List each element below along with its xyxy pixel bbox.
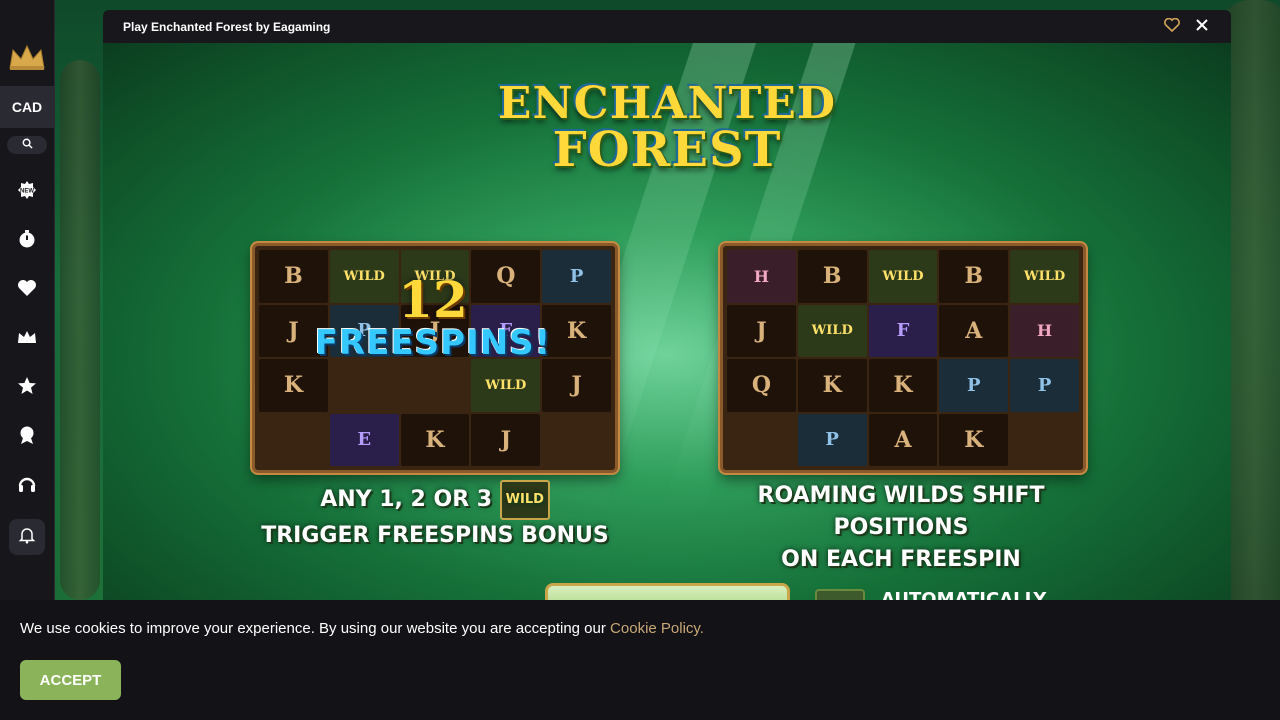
crown-icon [17,329,37,350]
caption-right-line2: ON EACH FREESPIN [781,547,1021,572]
cookie-message: We use cookies to improve your experienc… [20,620,1260,637]
reel-symbol: K [259,359,328,412]
reel-symbol: WILD [797,304,867,357]
search-icon [22,136,33,154]
reel-symbol: P [1010,359,1079,412]
reel-symbol: J [727,304,796,357]
reel-symbol: A [939,304,1009,357]
new-games-button[interactable]: NEW [16,180,38,205]
heart-icon [17,279,37,302]
caption-right-line1: ROAMING WILDS SHIFT POSITIONS [757,483,1045,540]
popular-button[interactable] [16,376,38,401]
game-modal: Play Enchanted Forest by Eagaming ENCHAN… [103,10,1231,610]
recent-games-button[interactable] [16,229,38,254]
reel-symbol: J [542,359,611,412]
reel-symbol: H [1010,304,1079,357]
game-logo-line1: ENCHANTED [497,78,837,129]
new-badge-icon: NEW [17,180,37,205]
currency-selector[interactable]: CAD [0,86,55,128]
stopwatch-icon [17,229,37,254]
crown-logo[interactable] [7,42,47,72]
freespins-count: 12 [398,270,468,329]
headset-icon [17,474,37,499]
search-button[interactable] [7,136,47,154]
game-logo: ENCHANTED FOREST [495,58,839,198]
notifications-button[interactable] [9,519,45,555]
heart-outline-icon [1164,17,1180,35]
reel-symbol: B [797,250,867,303]
star-icon [17,376,37,401]
reel-symbol: E [329,413,399,466]
modal-title: Play Enchanted Forest by Eagaming [123,19,331,34]
reel-symbol: K [939,413,1009,466]
close-modal-button[interactable] [1193,18,1211,36]
reel-symbol: A [868,413,938,466]
caption-right: ROAMING WILDS SHIFT POSITIONS ON EACH FR… [691,480,1111,576]
accept-button[interactable]: ACCEPT [20,660,121,700]
right-reel-panel: H B WILD B WILD J WILD F A H Q K K P P P A K [720,243,1086,473]
vip-button[interactable] [16,328,38,350]
reel-symbol: WILD [1010,250,1079,303]
trophy-icon [17,425,37,450]
cookie-banner: We use cookies to improve your experienc… [0,600,1280,720]
reel-symbol: WILD [471,359,541,412]
reel-symbol: F [868,304,938,357]
favorites-button[interactable] [16,279,38,301]
reel-symbol: H [727,250,796,303]
reel-symbol: P [797,413,867,466]
freespins-text: FREESPINS! [314,323,552,363]
reel-symbol: K [797,359,867,412]
modal-header: Play Enchanted Forest by Eagaming [103,10,1231,43]
reel-symbol: Q [727,359,796,412]
reel-symbol: K [868,359,938,412]
cookie-policy-link[interactable]: Cookie Policy. [610,620,704,637]
reel-symbol: J [471,413,541,466]
game-canvas[interactable]: ENCHANTED FOREST B WILD WILD Q P J P J F K K WILD J E… [103,43,1231,610]
caption-left-line2: TRIGGER FREESPINS BONUS [261,523,609,548]
wild-symbol: WILD [499,480,550,520]
caption-left-line1: ANY 1, 2 OR 3 [320,487,493,512]
cookie-text: We use cookies to improve your experienc… [20,620,606,637]
support-button[interactable] [16,475,38,497]
tournaments-button[interactable] [16,426,38,448]
tree-trunk [60,60,100,600]
freespins-badge: 12 FREESPINS! [298,275,568,362]
bell-icon [18,526,36,549]
reel-symbol: B [939,250,1009,303]
caption-left: ANY 1, 2 OR 3 WILD TRIGGER FREESPINS BON… [225,480,645,552]
reel-symbol: K [400,413,470,466]
reel-symbol: WILD [868,250,938,303]
reel-symbol: P [939,359,1009,412]
game-logo-line2: FOREST [552,122,782,178]
svg-text:NEW: NEW [20,188,34,194]
favorite-game-button[interactable] [1163,17,1181,36]
sidebar: CAD NEW [0,0,55,600]
close-icon [1196,19,1208,34]
